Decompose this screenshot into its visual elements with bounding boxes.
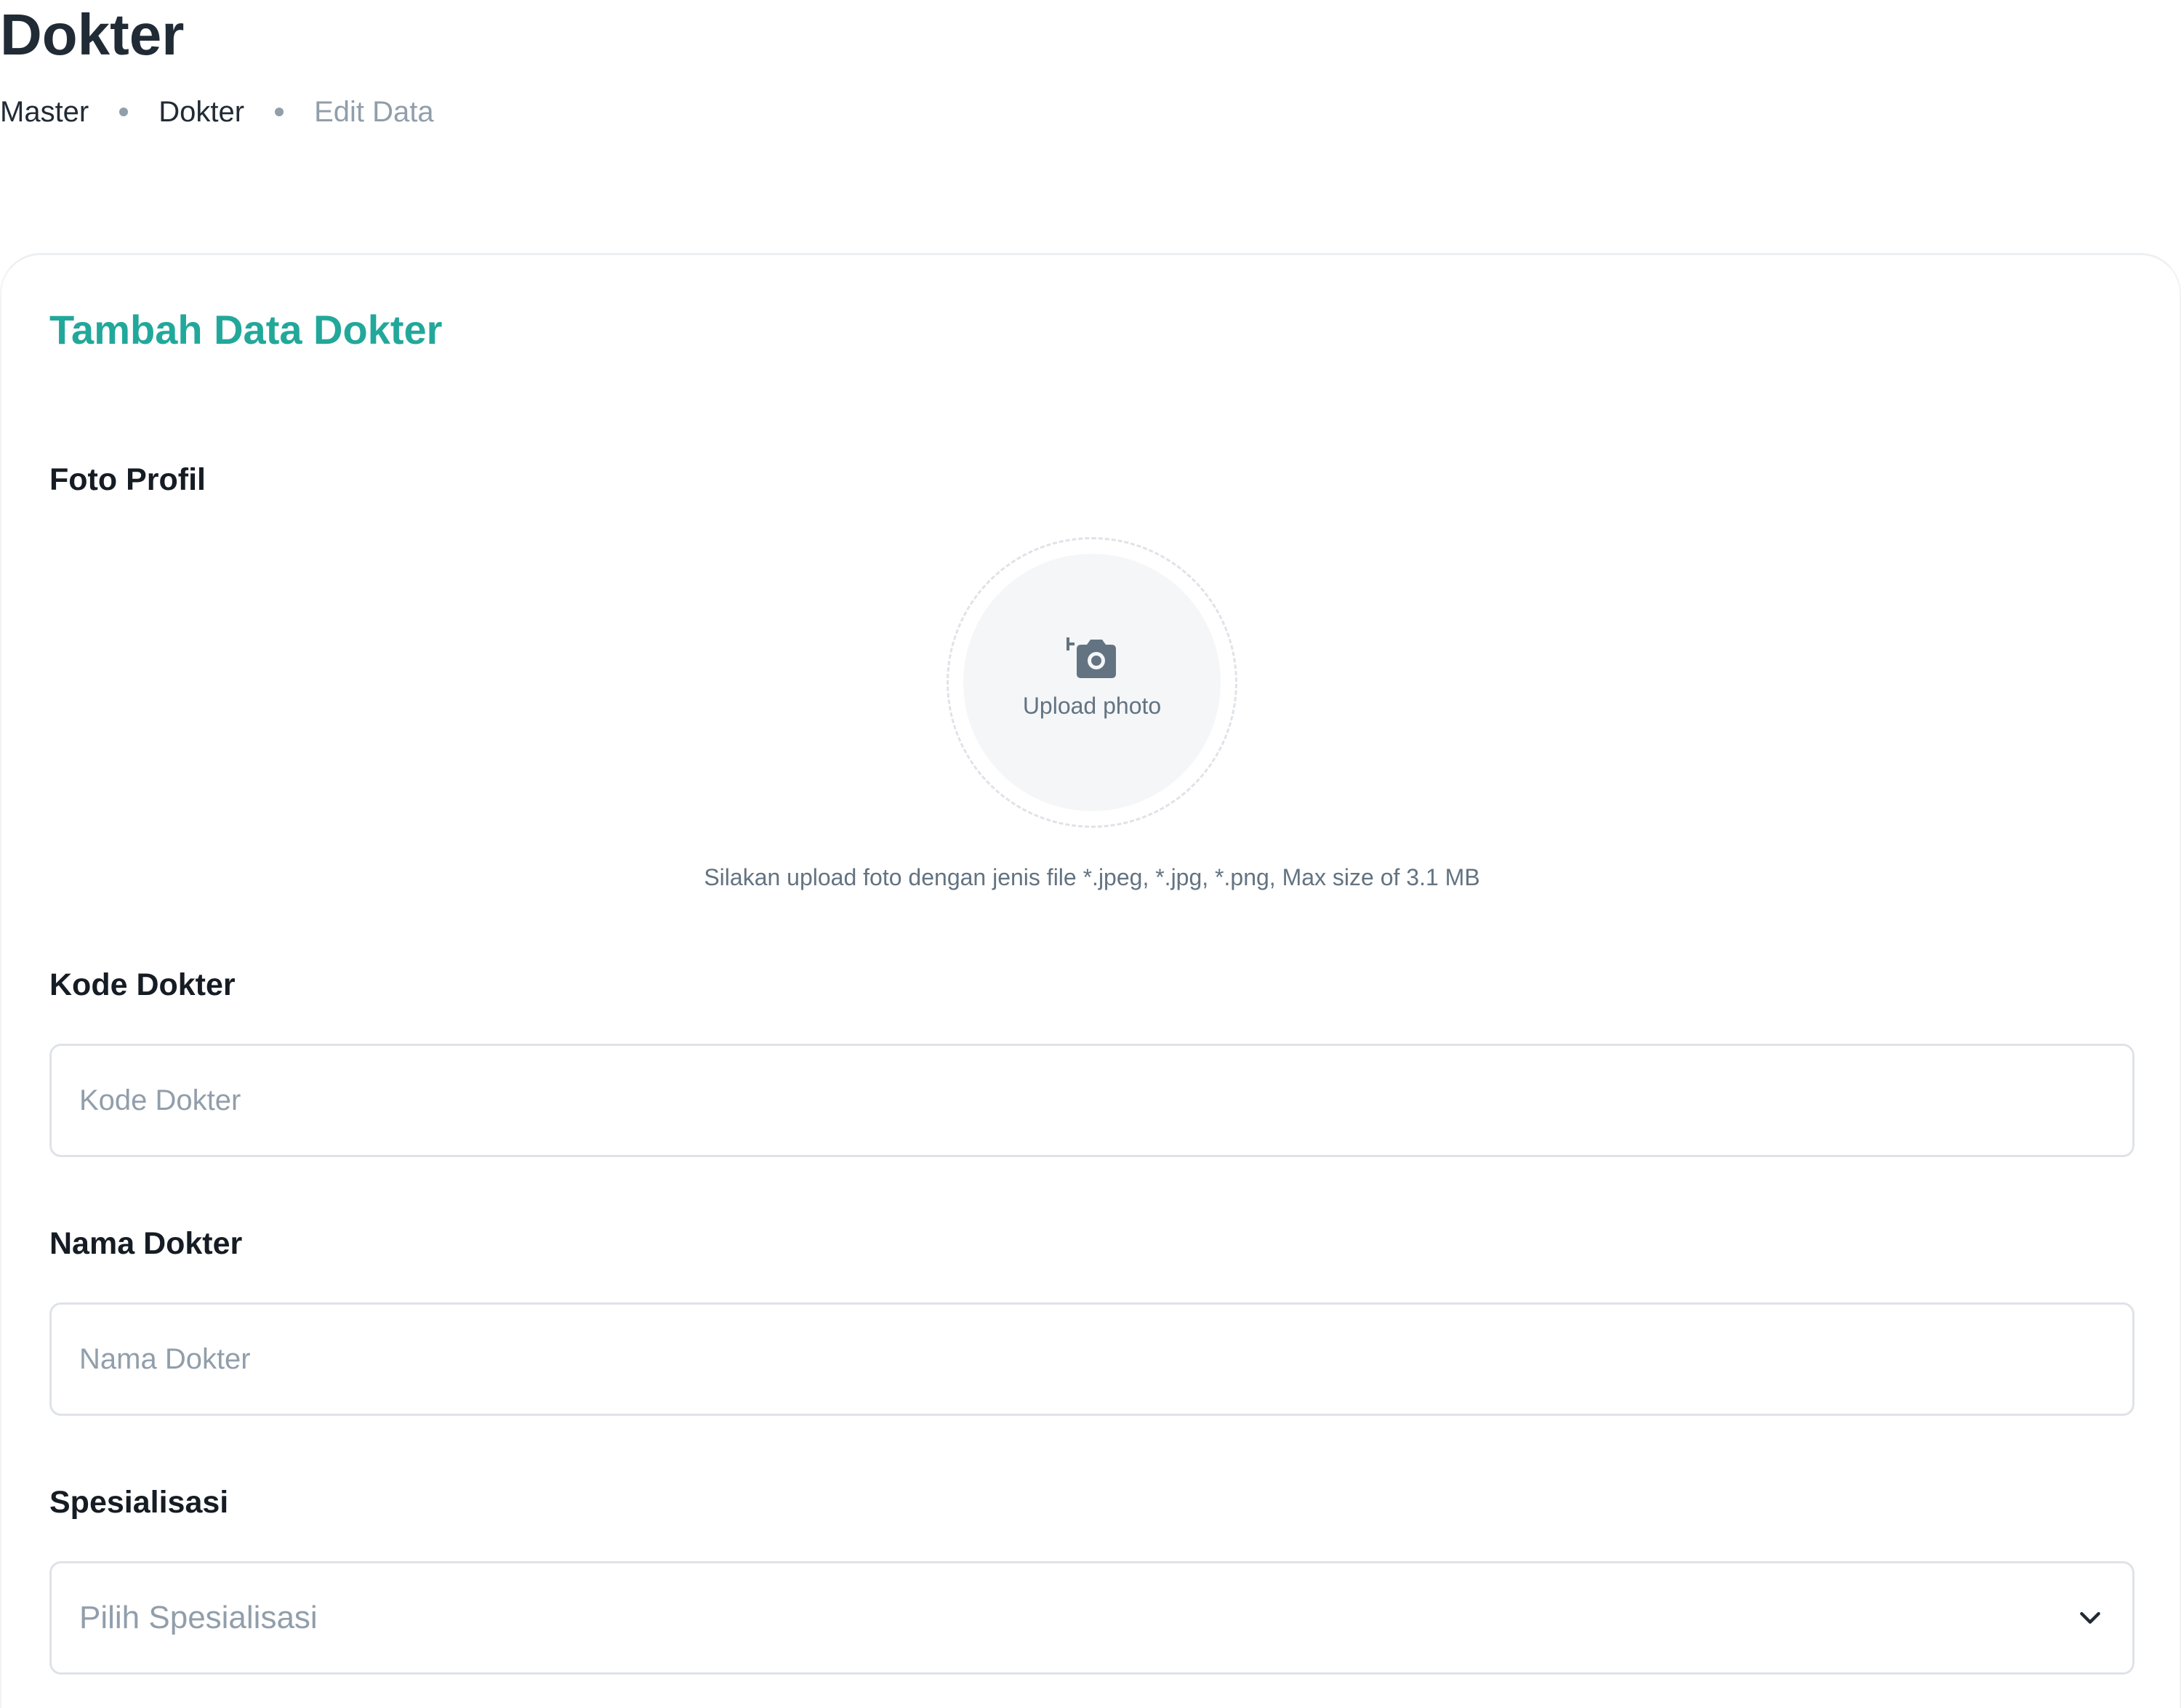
upload-photo-label: Upload photo bbox=[1022, 692, 1162, 719]
nama-dokter-field[interactable] bbox=[49, 1302, 2134, 1416]
breadcrumb-item-edit-data: Edit Data bbox=[314, 95, 434, 128]
form-card: Tambah Data Dokter Foto Profil Upload ph… bbox=[0, 253, 2181, 1708]
nama-dokter-label: Nama Dokter bbox=[49, 1226, 243, 1261]
spesialisasi-label: Spesialisasi bbox=[49, 1485, 229, 1520]
photo-label: Foto Profil bbox=[49, 462, 206, 497]
photo-upload-dropzone[interactable]: Upload photo bbox=[947, 537, 1237, 828]
add-photo-camera-icon bbox=[1067, 637, 1116, 678]
page: Dokter Master Dokter Edit Data Tambah Da… bbox=[0, 0, 2181, 1708]
breadcrumb-separator-dot bbox=[119, 108, 129, 116]
spesialisasi-selected-value: Pilih Spesialisasi bbox=[79, 1600, 318, 1635]
upload-hint-text: Silakan upload foto dengan jenis file *.… bbox=[704, 864, 1480, 890]
breadcrumb-separator-dot bbox=[275, 108, 284, 116]
breadcrumb-item-dokter[interactable]: Dokter bbox=[158, 96, 244, 129]
breadcrumb: Master Dokter Edit Data bbox=[0, 90, 434, 134]
kode-dokter-field[interactable] bbox=[49, 1044, 2134, 1157]
photo-upload-button[interactable]: Upload photo bbox=[963, 554, 1221, 811]
form-title: Tambah Data Dokter bbox=[49, 307, 443, 353]
spesialisasi-select[interactable]: Pilih Spesialisasi bbox=[49, 1561, 2134, 1675]
page-title: Dokter bbox=[0, 2, 185, 67]
breadcrumb-item-master[interactable]: Master bbox=[0, 96, 89, 129]
chevron-down-icon bbox=[2080, 1612, 2100, 1624]
kode-dokter-label: Kode Dokter bbox=[49, 967, 236, 1002]
kode-dokter-input[interactable] bbox=[52, 1046, 2132, 1155]
nama-dokter-input[interactable] bbox=[52, 1305, 2132, 1414]
